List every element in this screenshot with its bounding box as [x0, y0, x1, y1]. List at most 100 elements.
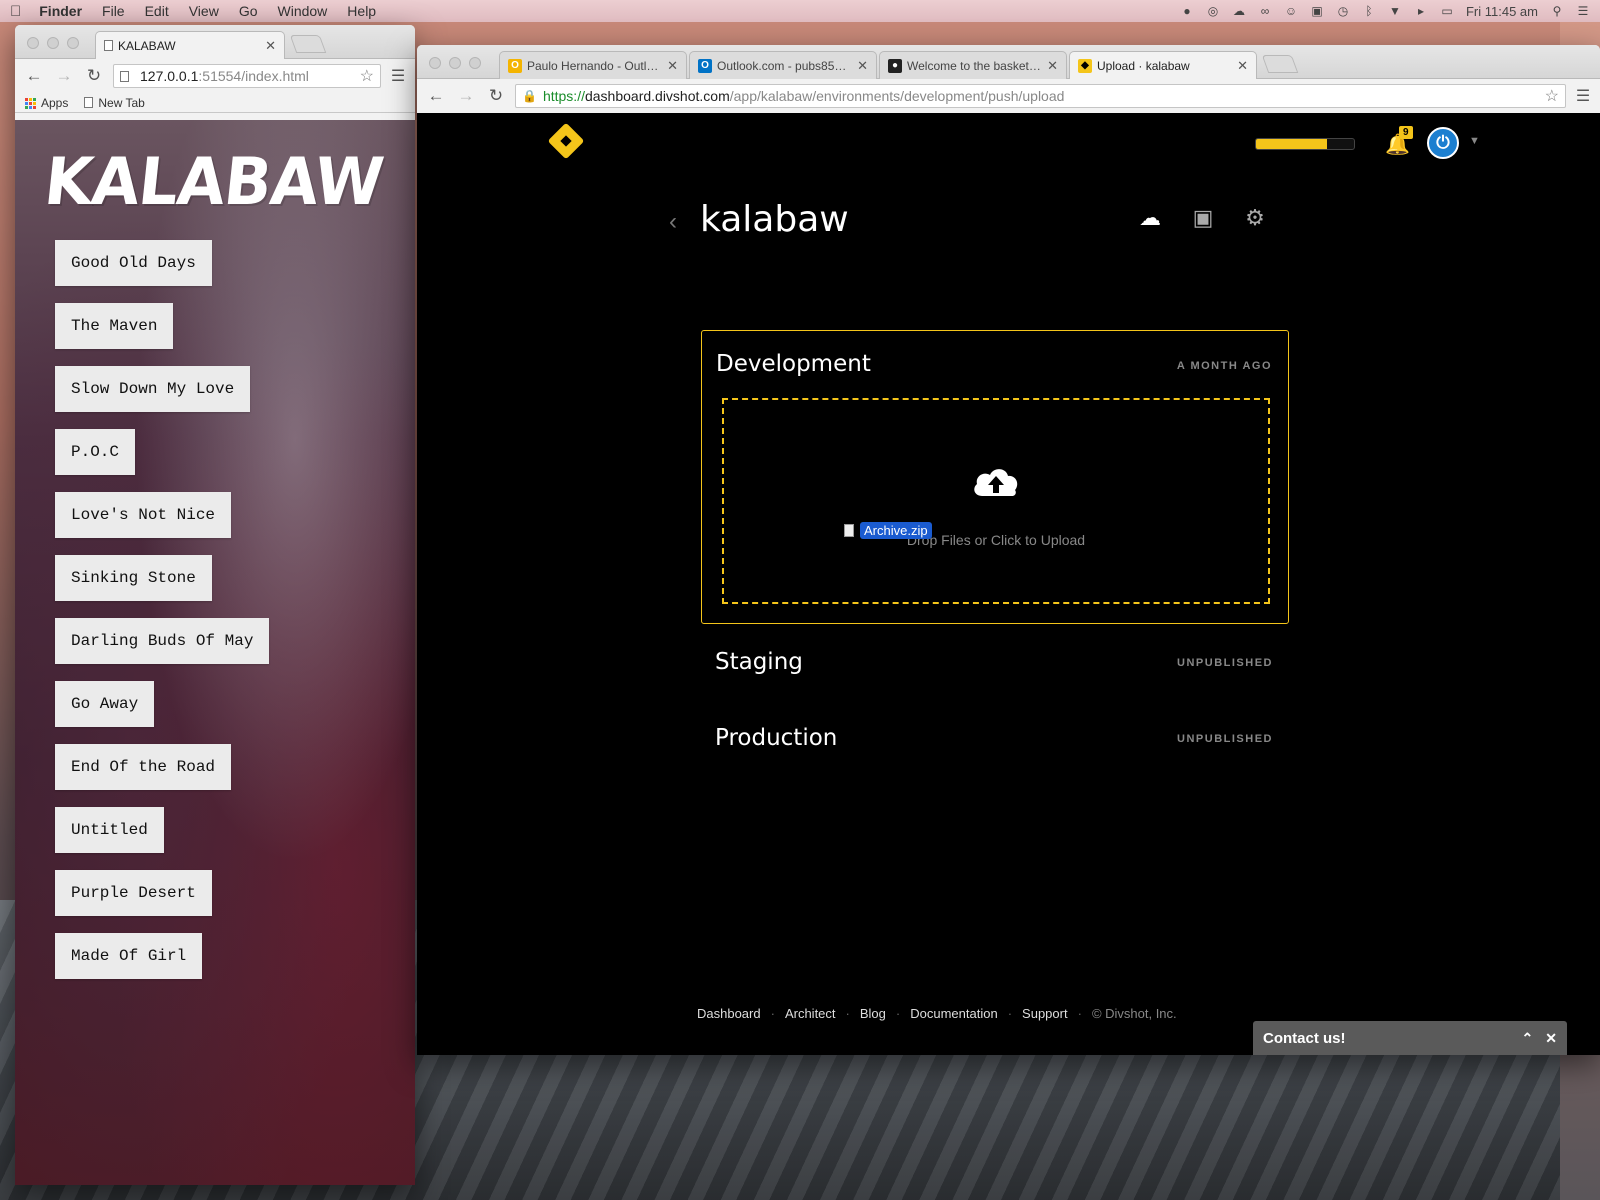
- zoom-window-button[interactable]: [67, 37, 79, 49]
- song-button[interactable]: Slow Down My Love: [55, 366, 251, 412]
- divshot-logo-icon[interactable]: [547, 122, 585, 160]
- footer-link-support[interactable]: Support: [1022, 1006, 1068, 1021]
- card-icon[interactable]: ▣: [1190, 205, 1216, 231]
- close-tab-icon[interactable]: ✕: [265, 38, 276, 54]
- footer-link-documentation[interactable]: Documentation: [910, 1006, 997, 1021]
- accessibility-icon[interactable]: ☺: [1284, 5, 1298, 17]
- chevron-up-icon[interactable]: ⌃: [1522, 1030, 1534, 1047]
- contact-widget-label: Contact us!: [1263, 1029, 1346, 1047]
- new-tab-button[interactable]: [289, 35, 327, 53]
- page-info-icon[interactable]: [120, 70, 129, 82]
- zoom-window-button[interactable]: [469, 57, 481, 69]
- new-tab-button[interactable]: [1261, 55, 1299, 73]
- back-icon[interactable]: ←: [23, 66, 45, 86]
- spotlight-search-icon[interactable]: ⚲: [1550, 5, 1564, 17]
- menu-edit[interactable]: Edit: [145, 3, 169, 19]
- reload-icon[interactable]: ↻: [83, 66, 105, 86]
- battery-icon[interactable]: ▭: [1440, 5, 1454, 17]
- tab-upload-kalabaw[interactable]: ◆ Upload · kalabaw ✕: [1069, 51, 1257, 79]
- forward-icon[interactable]: →: [455, 86, 477, 106]
- bluetooth-icon[interactable]: ᛒ: [1362, 5, 1376, 17]
- close-icon[interactable]: ✕: [1545, 1030, 1557, 1047]
- apple-menu-icon[interactable]: : [10, 3, 21, 20]
- lock-icon[interactable]: 🔒: [522, 89, 537, 103]
- close-window-button[interactable]: [429, 57, 441, 69]
- environment-card-development: Development A MONTH AGO Drop Files or Cl…: [701, 330, 1289, 624]
- song-button[interactable]: Sinking Stone: [55, 555, 212, 601]
- minimize-window-button[interactable]: [47, 37, 59, 49]
- bookmark-star-icon[interactable]: ☆: [360, 66, 374, 86]
- bookmark-new-tab[interactable]: New Tab: [84, 96, 145, 110]
- environment-row-production[interactable]: Production UNPUBLISHED: [701, 719, 1289, 759]
- environment-row-staging[interactable]: Staging UNPUBLISHED: [701, 643, 1289, 683]
- gear-icon[interactable]: ⚙: [1242, 205, 1268, 231]
- target-status-icon[interactable]: ◎: [1206, 5, 1220, 17]
- bookmark-apps[interactable]: Apps: [25, 96, 68, 110]
- song-button[interactable]: Good Old Days: [55, 240, 212, 286]
- close-tab-icon[interactable]: ✕: [667, 58, 678, 74]
- back-chevron-icon[interactable]: ‹: [669, 208, 677, 236]
- song-button[interactable]: Untitled: [55, 807, 164, 853]
- address-bar[interactable]: 🔒 https://dashboard.divshot.com/app/kala…: [515, 84, 1566, 108]
- close-window-button[interactable]: [27, 37, 39, 49]
- environment-name[interactable]: Development: [716, 351, 871, 377]
- menu-app-finder[interactable]: Finder: [39, 3, 82, 19]
- tab-github-basketball[interactable]: ● Welcome to the basketball ✕: [879, 51, 1067, 79]
- menu-help[interactable]: Help: [347, 3, 376, 19]
- file-icon: [844, 524, 854, 537]
- song-button[interactable]: End Of the Road: [55, 744, 232, 790]
- contact-widget[interactable]: Contact us! ⌃ ✕: [1253, 1021, 1567, 1055]
- wifi-icon[interactable]: ▼: [1388, 5, 1402, 17]
- menu-view[interactable]: View: [189, 3, 219, 19]
- tab-kalabaw[interactable]: KALABAW ✕: [95, 31, 285, 59]
- close-tab-icon[interactable]: ✕: [1237, 58, 1248, 74]
- browser-menu-icon[interactable]: ☰: [389, 66, 407, 86]
- browser-menu-icon[interactable]: ☰: [1574, 86, 1592, 106]
- menu-file[interactable]: File: [102, 3, 125, 19]
- cloud-status-icon[interactable]: ☁: [1232, 5, 1246, 17]
- song-button[interactable]: Made Of Girl: [55, 933, 203, 979]
- time-machine-icon[interactable]: ◷: [1336, 5, 1350, 17]
- notification-status-icon[interactable]: ●: [1180, 5, 1194, 17]
- song-button[interactable]: Love's Not Nice: [55, 492, 232, 538]
- menu-go[interactable]: Go: [239, 3, 258, 19]
- cloud-icon[interactable]: ☁: [1137, 205, 1163, 231]
- back-icon[interactable]: ←: [425, 86, 447, 106]
- environment-name: Staging: [715, 649, 803, 675]
- dragged-file[interactable]: Archive.zip: [844, 522, 932, 539]
- forward-icon[interactable]: →: [53, 66, 75, 86]
- dragged-file-name: Archive.zip: [860, 522, 932, 539]
- song-button[interactable]: Go Away: [55, 681, 155, 727]
- outlook-icon: O: [698, 58, 712, 73]
- footer-link-dashboard[interactable]: Dashboard: [697, 1006, 761, 1021]
- upload-dropzone[interactable]: Drop Files or Click to Upload Archive.zi…: [722, 398, 1270, 604]
- close-tab-icon[interactable]: ✕: [1047, 58, 1058, 74]
- url-path: /app/kalabaw/environments/development/pu…: [729, 88, 1065, 104]
- environment-status: UNPUBLISHED: [1177, 657, 1273, 669]
- creative-cloud-icon[interactable]: ∞: [1258, 5, 1272, 17]
- url-host: 127.0.0.1: [140, 68, 199, 84]
- notification-center-icon[interactable]: ☰: [1576, 5, 1590, 17]
- chevron-down-icon[interactable]: ▼: [1469, 135, 1480, 147]
- display-icon[interactable]: ▣: [1310, 5, 1324, 17]
- minimize-window-button[interactable]: [449, 57, 461, 69]
- reload-icon[interactable]: ↻: [485, 86, 507, 106]
- volume-icon[interactable]: ▸: [1414, 5, 1428, 17]
- menu-window[interactable]: Window: [278, 3, 328, 19]
- song-button[interactable]: The Maven: [55, 303, 174, 349]
- tab-outlook-com[interactable]: O Outlook.com - pubs85@ho ✕: [689, 51, 877, 79]
- footer-link-architect[interactable]: Architect: [785, 1006, 836, 1021]
- address-bar[interactable]: 127.0.0.1:51554/index.html ☆: [113, 64, 381, 88]
- tab-outlook-paulo[interactable]: O Paulo Hernando - Outlook ✕: [499, 51, 687, 79]
- bookmark-star-icon[interactable]: ☆: [1545, 86, 1559, 106]
- song-button[interactable]: Purple Desert: [55, 870, 212, 916]
- footer-link-blog[interactable]: Blog: [860, 1006, 886, 1021]
- song-button[interactable]: P.O.C: [55, 429, 136, 475]
- close-tab-icon[interactable]: ✕: [857, 58, 868, 74]
- avatar[interactable]: ⏻: [1427, 127, 1459, 159]
- status-area: ● ◎ ☁ ∞ ☺ ▣ ◷ ᛒ ▼ ▸ ▭ Fri 11:45 am ⚲ ☰: [1180, 4, 1590, 19]
- menubar-clock[interactable]: Fri 11:45 am: [1466, 4, 1538, 19]
- environment-status: UNPUBLISHED: [1177, 733, 1273, 745]
- song-list: Good Old Days The Maven Slow Down My Lov…: [55, 240, 270, 996]
- song-button[interactable]: Darling Buds Of May: [55, 618, 270, 664]
